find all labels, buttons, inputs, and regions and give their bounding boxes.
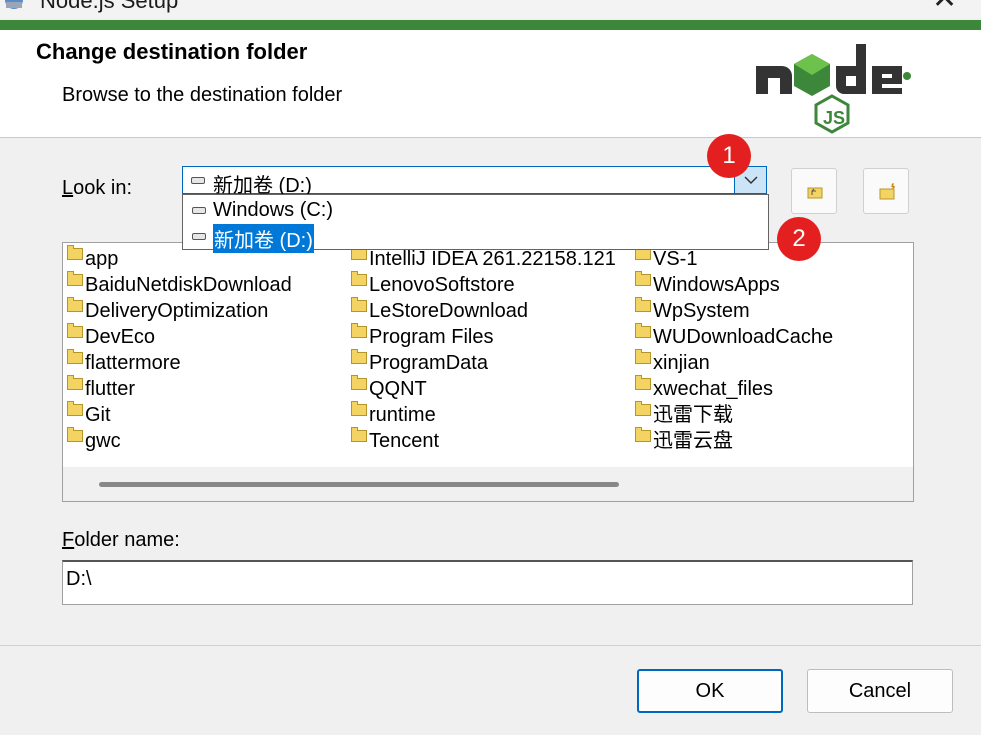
create-new-folder-button[interactable]: [863, 168, 909, 214]
ok-button[interactable]: OK: [637, 669, 783, 713]
list-item[interactable]: app: [65, 245, 118, 271]
list-item[interactable]: BaiduNetdiskDownload: [65, 271, 292, 297]
list-item[interactable]: Tencent: [349, 427, 439, 453]
list-item[interactable]: xinjian: [633, 349, 710, 375]
window-title: Node.js Setup: [40, 0, 179, 13]
folder-icon: [351, 427, 367, 442]
folder-icon: [635, 323, 651, 338]
folder-name-label-text: older name:: [74, 529, 180, 551]
close-icon[interactable]: ✕: [932, 0, 957, 14]
folder-icon: [67, 427, 83, 442]
list-item[interactable]: WUDownloadCache: [633, 323, 833, 349]
list-item[interactable]: Program Files: [349, 323, 493, 349]
page-subtitle: Browse to the destination folder: [62, 84, 343, 106]
folder-list[interactable]: app BaiduNetdiskDownload DeliveryOptimiz…: [62, 242, 914, 502]
list-item[interactable]: QQNT: [349, 375, 427, 401]
list-item[interactable]: flattermore: [65, 349, 181, 375]
list-item[interactable]: flutter: [65, 375, 135, 401]
folder-icon: [351, 375, 367, 390]
list-item[interactable]: LeStoreDownload: [349, 297, 528, 323]
folder-icon: [351, 349, 367, 364]
folder-icon: [67, 323, 83, 338]
horizontal-scrollbar[interactable]: [63, 467, 913, 501]
folder-icon: [67, 245, 83, 260]
folder-icon: [351, 323, 367, 338]
list-item[interactable]: ProgramData: [349, 349, 488, 375]
look-in-label: Look in:: [62, 177, 132, 200]
nodejs-logo-icon: JS: [756, 44, 911, 134]
folder-icon: [351, 271, 367, 286]
folder-name-field[interactable]: D:\: [62, 560, 913, 605]
drive-icon: [192, 207, 206, 214]
folder-icon: [67, 349, 83, 364]
folder-name-label: Folder name:: [62, 529, 180, 552]
dropdown-option-label: 新加卷 (D:): [213, 224, 314, 253]
annotation-badge-2: 2: [777, 217, 821, 261]
folder-icon: [351, 401, 367, 416]
look-in-label-text: ook in:: [73, 177, 133, 199]
folder-icon: [635, 297, 651, 312]
list-item[interactable]: 迅雷下载: [633, 401, 733, 427]
list-item[interactable]: 迅雷云盘: [633, 427, 733, 453]
installer-icon: [5, 0, 23, 9]
brand-bar: [0, 20, 981, 30]
list-item[interactable]: WpSystem: [633, 297, 750, 323]
folder-icon: [635, 375, 651, 390]
dropdown-option-c[interactable]: Windows (C:): [183, 197, 768, 223]
page-title: Change destination folder: [36, 39, 308, 64]
look-in-accel: L: [62, 177, 74, 199]
list-item[interactable]: runtime: [349, 401, 436, 427]
scrollbar-thumb[interactable]: [99, 482, 619, 487]
folder-icon: [67, 401, 83, 416]
list-item[interactable]: DeliveryOptimization: [65, 297, 268, 323]
folder-icon: [351, 297, 367, 312]
list-item[interactable]: DevEco: [65, 323, 155, 349]
dropdown-option-label: Windows (C:): [213, 199, 334, 221]
list-item[interactable]: VS-1: [633, 245, 697, 271]
header-panel: Change destination folder Browse to the …: [0, 30, 981, 138]
list-item[interactable]: IntelliJ IDEA 261.22158.121: [349, 245, 616, 271]
drive-icon: [191, 177, 205, 184]
folder-icon: [67, 297, 83, 312]
new-folder-icon: [879, 183, 896, 200]
folder-icon: [67, 375, 83, 390]
annotation-badge-1: 1: [707, 134, 751, 178]
folder-name-accel: F: [62, 529, 75, 551]
folder-icon: [635, 427, 651, 442]
folder-icon: [67, 271, 83, 286]
folder-icon: [635, 401, 651, 416]
svg-text:JS: JS: [823, 108, 845, 128]
drive-icon: [192, 233, 206, 240]
list-item[interactable]: WindowsApps: [633, 271, 780, 297]
up-one-level-button[interactable]: [791, 168, 837, 214]
folder-icon: [635, 271, 651, 286]
cancel-button[interactable]: Cancel: [807, 669, 953, 713]
list-item[interactable]: xwechat_files: [633, 375, 773, 401]
folder-icon: [635, 349, 651, 364]
list-item[interactable]: gwc: [65, 427, 121, 453]
footer-divider: [0, 645, 981, 646]
list-item[interactable]: Git: [65, 401, 111, 427]
folder-up-icon: [807, 187, 823, 199]
dropdown-option-d[interactable]: 新加卷 (D:): [183, 223, 320, 253]
look-in-dropdown-list: Windows (C:) 新加卷 (D:): [182, 194, 769, 253]
title-bar: Node.js Setup ✕: [0, 0, 981, 18]
look-in-combobox[interactable]: 新加卷 (D:): [182, 166, 767, 197]
list-item[interactable]: LenovoSoftstore: [349, 271, 515, 297]
